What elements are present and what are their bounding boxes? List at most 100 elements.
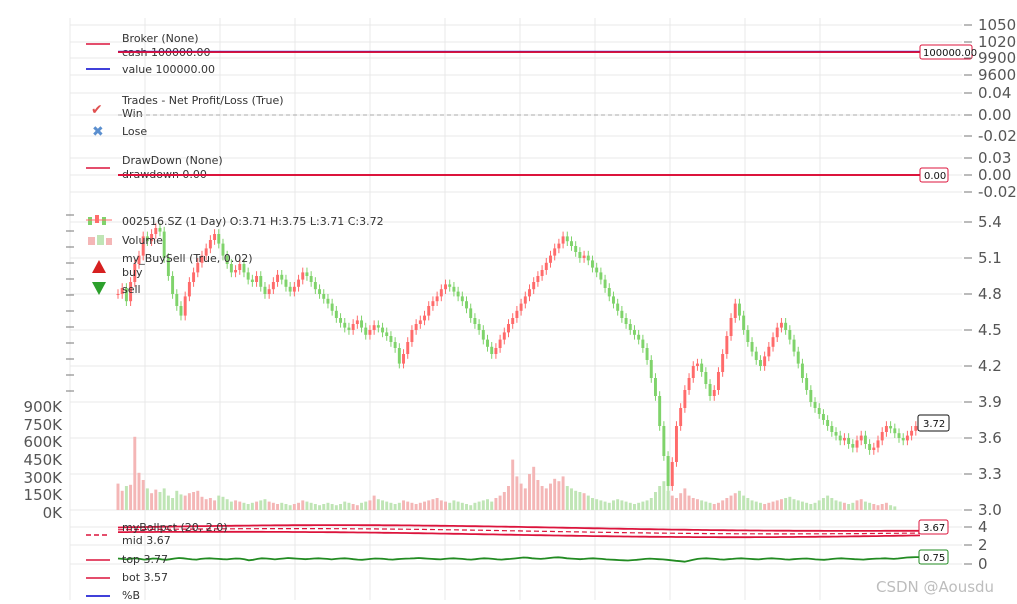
candle-body bbox=[821, 414, 825, 420]
volume-bar bbox=[343, 501, 347, 510]
volume-bar bbox=[754, 501, 758, 510]
volume-bar bbox=[355, 505, 359, 510]
candle-body bbox=[364, 327, 368, 335]
volume-ytick: 600K bbox=[24, 433, 64, 451]
candle-body bbox=[414, 324, 418, 330]
candle-body bbox=[313, 282, 317, 290]
volume-bar bbox=[662, 481, 666, 510]
volume-bar bbox=[859, 499, 863, 510]
volume-bar bbox=[511, 459, 515, 510]
volume-bar bbox=[540, 486, 544, 510]
volume-bar bbox=[792, 499, 796, 510]
candle-body bbox=[297, 279, 301, 287]
candle-body bbox=[339, 318, 343, 323]
volume-bar bbox=[834, 500, 838, 510]
volume-bar bbox=[574, 490, 578, 510]
volume-bar bbox=[385, 501, 389, 510]
volume-bar bbox=[452, 500, 456, 510]
candle-body bbox=[397, 348, 401, 364]
bollpct-ytick: 0 bbox=[978, 555, 988, 573]
volume-bar bbox=[187, 493, 191, 510]
trades-ytick: 0.00 bbox=[978, 106, 1011, 124]
volume-bar bbox=[322, 504, 326, 510]
volume-bar bbox=[893, 506, 897, 510]
volume-bar bbox=[284, 504, 288, 510]
volume-bar bbox=[301, 500, 305, 510]
candle-body bbox=[893, 428, 897, 434]
volume-bar bbox=[800, 501, 804, 510]
volume-bar bbox=[427, 500, 431, 510]
volume-bar bbox=[817, 500, 821, 510]
volume-bar bbox=[330, 504, 334, 510]
candle-body bbox=[805, 378, 809, 390]
volume-bar bbox=[389, 502, 393, 510]
volume-bar bbox=[141, 480, 145, 510]
candle-body bbox=[889, 426, 893, 429]
volume-bar bbox=[779, 499, 783, 510]
bot-legend-label: bot 3.57 bbox=[122, 571, 168, 584]
volume-bar bbox=[507, 486, 510, 510]
candle-body bbox=[423, 315, 426, 321]
volume-bar bbox=[771, 501, 775, 510]
candle-body bbox=[456, 291, 460, 297]
candle-body bbox=[670, 462, 674, 486]
sell-legend-label: sell bbox=[122, 283, 141, 296]
win-check-icon: ✔ bbox=[91, 102, 103, 118]
volume-bar bbox=[691, 498, 695, 510]
volume-bar bbox=[570, 488, 573, 510]
price-ytick: 3.9 bbox=[978, 393, 1002, 411]
volume-bar bbox=[213, 500, 217, 510]
volume-bar bbox=[863, 501, 867, 510]
candle-body bbox=[565, 236, 569, 242]
candle-body bbox=[519, 303, 523, 311]
candle-body bbox=[683, 390, 687, 408]
volume-bar bbox=[586, 495, 590, 510]
candle-body bbox=[175, 294, 179, 306]
candle-body bbox=[637, 334, 641, 340]
pctb-last-value-text: 0.75 bbox=[923, 553, 945, 564]
volume-bar bbox=[124, 486, 128, 510]
candle-body bbox=[771, 337, 775, 347]
candle-body bbox=[700, 363, 704, 372]
candle-body bbox=[502, 332, 506, 340]
price-ytick: 5.1 bbox=[978, 249, 1002, 267]
volume-bar bbox=[473, 502, 477, 510]
volume-ytick: 750K bbox=[24, 416, 64, 434]
candle-body bbox=[280, 274, 284, 280]
candle-body bbox=[439, 289, 443, 297]
backtest-chart: Broker (None) cash 100000.00 value 10000… bbox=[24, 16, 1017, 602]
broker-ytick: 105000 bbox=[978, 16, 1017, 34]
volume-bar bbox=[620, 500, 624, 510]
drawdown-ytick: 0.00 bbox=[978, 166, 1011, 184]
candle-body bbox=[557, 243, 561, 249]
candle-body bbox=[540, 270, 544, 276]
price-ytick: 5.4 bbox=[978, 213, 1002, 231]
volume-ytick: 0K bbox=[43, 504, 64, 522]
candle-body bbox=[758, 360, 762, 366]
drawdown-ytick: 0.03 bbox=[978, 149, 1011, 167]
volume-bar bbox=[481, 500, 485, 510]
volume-bar bbox=[687, 495, 691, 510]
mid-legend-label: mid 3.67 bbox=[122, 534, 171, 547]
volume-bar bbox=[746, 498, 750, 510]
bollpct-legend-title: myBollpct (20, 2.0) bbox=[122, 521, 228, 534]
volume-bar bbox=[339, 504, 343, 510]
candle-body bbox=[259, 276, 263, 287]
candle-body bbox=[271, 282, 275, 290]
volume-bar bbox=[612, 500, 615, 510]
candle-body bbox=[842, 438, 846, 441]
volume-bar bbox=[150, 493, 154, 510]
candle-body bbox=[859, 435, 863, 441]
candle-body bbox=[343, 322, 347, 328]
candle-body bbox=[603, 279, 607, 288]
volume-bar bbox=[557, 481, 561, 510]
volume-legend-label: Volume bbox=[122, 234, 163, 247]
candle-body bbox=[838, 435, 842, 441]
candle-body bbox=[830, 426, 834, 432]
candle-body bbox=[444, 284, 447, 290]
broker-legend-value: value 100000.00 bbox=[122, 63, 215, 76]
candle-body bbox=[553, 248, 557, 256]
buysell-legend-title: my_BuySell (True, 0.02) bbox=[122, 252, 253, 265]
volume-bar bbox=[238, 501, 242, 510]
volume-bar bbox=[737, 490, 741, 510]
